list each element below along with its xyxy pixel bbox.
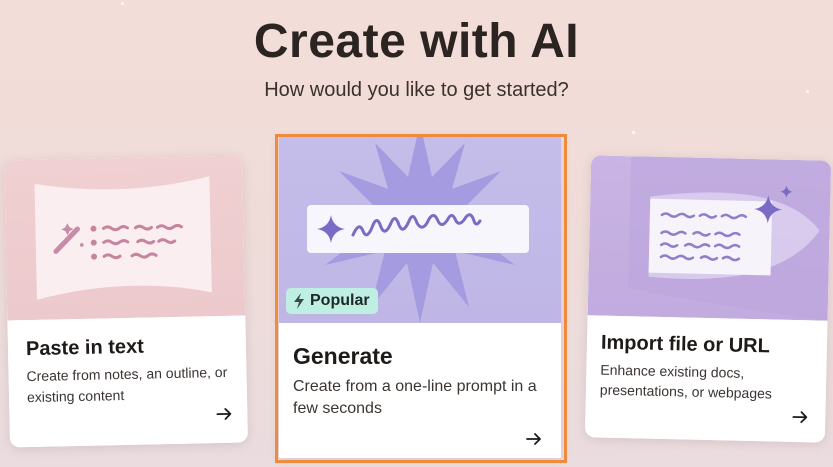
page-subtitle: How would you like to get started? <box>264 79 569 101</box>
background-sparkle <box>121 2 124 5</box>
card-description: Create from notes, an outline, or existi… <box>26 363 228 406</box>
card-description: Enhance existing docs, presentations, or… <box>599 361 773 402</box>
card-title: Paste in text <box>25 335 145 361</box>
page-title: Create with AI <box>253 15 580 68</box>
import-card-illustration <box>587 155 832 321</box>
paste-in-text-card[interactable]: Paste in text Create from notes, an outl… <box>4 155 248 448</box>
arrow-right-icon[interactable] <box>215 405 233 423</box>
badge-label: Popular <box>310 292 370 309</box>
generate-card[interactable]: Popular Generate Create from a one-line … <box>279 137 561 458</box>
card-title: Generate <box>293 343 393 369</box>
generate-card-illustration: Popular <box>279 137 561 323</box>
card-title: Import file or URL <box>600 331 771 358</box>
paste-card-illustration <box>4 155 246 321</box>
lightning-icon <box>294 293 304 309</box>
arrow-right-icon[interactable] <box>525 430 543 448</box>
import-file-or-url-card[interactable]: Import file or URL Enhance existing docs… <box>584 155 832 443</box>
card-description: Create from a one-line prompt in a few s… <box>293 378 537 417</box>
popular-badge: Popular <box>286 288 378 314</box>
background-sparkle <box>632 131 635 134</box>
import-card-body: Import file or URL Enhance existing docs… <box>584 315 828 443</box>
generate-card-body: Generate Create from a one-line prompt i… <box>279 323 561 458</box>
arrow-right-icon[interactable] <box>791 408 809 426</box>
paste-card-body: Paste in text Create from notes, an outl… <box>7 315 248 448</box>
